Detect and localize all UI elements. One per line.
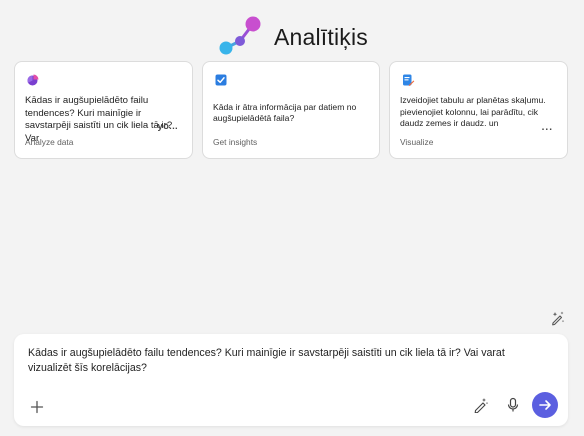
sparkle-edit-button[interactable] (546, 308, 570, 328)
more-button[interactable]: ... (542, 122, 553, 133)
checkbox-icon (215, 74, 227, 86)
pie-chart-icon (27, 74, 39, 86)
prompt-input[interactable]: Kādas ir augšupielādēto failu tendences?… (28, 346, 548, 376)
pen-sparkle-icon (474, 398, 489, 413)
microphone-icon (507, 397, 519, 412)
chat-composer[interactable]: Kādas ir augšupielādēto failu tendences?… (14, 334, 568, 426)
more-button[interactable]: yo... (157, 121, 178, 132)
sparkle-edit-icon (552, 311, 565, 326)
add-attachment-button[interactable] (26, 396, 48, 418)
analyst-page: Analītiķis Kādas ir augšupielādēto failu… (0, 0, 584, 436)
suggestion-label: Analyze data (25, 137, 74, 147)
suggestion-cards: Kādas ir augšupielādēto failu tendences?… (14, 61, 568, 159)
suggestion-card-visualize[interactable]: Izveidojiet tabulu ar planētas skaļumu. … (389, 61, 568, 159)
plus-icon (30, 400, 44, 414)
send-button[interactable] (532, 392, 558, 418)
arrow-right-icon (539, 400, 551, 410)
molecule-logo-icon (219, 16, 261, 55)
app-title: Analītiķis (273, 23, 369, 50)
suggestion-text: Kāda ir ātra informācija par datiem no a… (213, 102, 357, 123)
header: Analītiķis (0, 14, 584, 58)
suggestion-card-get-insights[interactable]: Kāda ir ātra informācija par datiem no a… (202, 61, 380, 159)
document-edit-icon (403, 74, 415, 86)
suggestion-text: Izveidojiet tabulu ar planētas skaļumu. … (400, 95, 546, 128)
prompt-guide-button[interactable] (470, 394, 492, 416)
suggestion-label: Get insights (213, 137, 258, 147)
suggestion-label: Visualize (400, 137, 434, 147)
microphone-button[interactable] (502, 394, 524, 416)
suggestion-card-analyze-data[interactable]: Kādas ir augšupielādēto failu tendences?… (14, 61, 193, 159)
